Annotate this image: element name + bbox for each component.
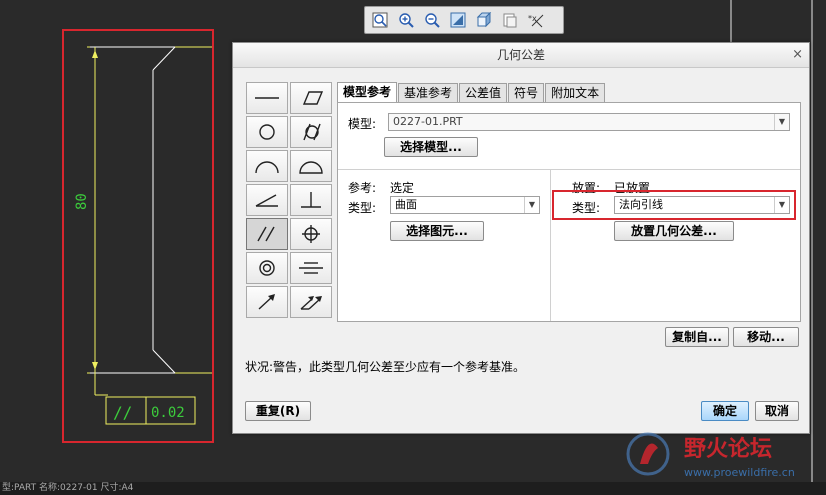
place-gtol-button[interactable]: 放置几何公差... xyxy=(614,221,734,241)
tab-datum-reference[interactable]: 基准参考 xyxy=(398,83,459,102)
gtol-dialog: 几何公差 × 模型参考 基准参考 公差值 符号 附加文本 模型: 0227-01… xyxy=(232,42,810,434)
zoom-window-icon[interactable] xyxy=(369,9,391,31)
ok-button[interactable]: 确定 xyxy=(701,401,749,421)
refit-icon[interactable] xyxy=(447,9,469,31)
watermark-url: www.proewildfire.cn xyxy=(684,466,795,479)
reference-type-value: 曲面 xyxy=(395,198,417,211)
divider xyxy=(338,169,800,170)
reference-type-label: 类型: xyxy=(348,201,377,215)
watermark-title: 野火论坛 xyxy=(684,436,772,462)
tab-bar: 模型参考 基准参考 公差值 符号 附加文本 xyxy=(337,82,606,102)
line-profile-icon[interactable] xyxy=(246,150,288,182)
highlight-frame-cad xyxy=(62,29,214,443)
view-toolbar: *x xyxy=(364,6,564,34)
reference-label: 参考: xyxy=(348,181,377,195)
status-bar: 型:PART 名称:0227-01 尺寸:A4 xyxy=(0,482,826,495)
repaint-icon[interactable] xyxy=(499,9,521,31)
concentricity-icon[interactable] xyxy=(246,252,288,284)
reset-button[interactable]: 重复(R) xyxy=(245,401,311,421)
highlight-frame-placement xyxy=(552,190,796,220)
gtol-symbol-palette xyxy=(245,81,333,319)
tab-additional-text[interactable]: 附加文本 xyxy=(545,83,606,102)
forum-watermark: 野火论坛 www.proewildfire.cn xyxy=(612,424,826,486)
dialog-title: 几何公差 xyxy=(233,43,809,68)
model-value: 0227-01.PRT xyxy=(393,115,463,128)
chevron-down-icon: ▼ xyxy=(524,197,539,213)
perpendicularity-icon[interactable] xyxy=(290,184,332,216)
tab-symbols[interactable]: 符号 xyxy=(508,83,545,102)
parallelism-icon[interactable] xyxy=(246,218,288,250)
select-entity-button[interactable]: 选择图元... xyxy=(390,221,484,241)
move-button[interactable]: 移动... xyxy=(733,327,799,347)
straightness-icon[interactable] xyxy=(246,82,288,114)
tab-tolerance-value[interactable]: 公差值 xyxy=(459,83,508,102)
cylindricity-icon[interactable] xyxy=(290,116,332,148)
datum-display-icon[interactable]: *x xyxy=(525,9,547,31)
cancel-button[interactable]: 取消 xyxy=(755,401,799,421)
chevron-down-icon: ▼ xyxy=(774,114,789,130)
model-dropdown[interactable]: 0227-01.PRT ▼ xyxy=(388,113,790,131)
zoom-in-icon[interactable] xyxy=(395,9,417,31)
symmetry-icon[interactable] xyxy=(290,252,332,284)
copy-from-button[interactable]: 复制自... xyxy=(665,327,729,347)
position-icon[interactable] xyxy=(290,218,332,250)
reference-value: 选定 xyxy=(390,181,415,195)
flatness-icon[interactable] xyxy=(290,82,332,114)
select-model-button[interactable]: 选择模型... xyxy=(384,137,478,157)
close-icon[interactable]: × xyxy=(792,47,803,62)
zoom-out-icon[interactable] xyxy=(421,9,443,31)
status-message: 状况:警告，此类型几何公差至少应有一个参考基准。 xyxy=(245,360,526,374)
angularity-icon[interactable] xyxy=(246,184,288,216)
shade-icon[interactable] xyxy=(473,9,495,31)
model-label: 模型: xyxy=(348,117,377,131)
divider xyxy=(550,170,551,321)
circularity-icon[interactable] xyxy=(246,116,288,148)
circular-runout-icon[interactable] xyxy=(246,286,288,318)
total-runout-icon[interactable] xyxy=(290,286,332,318)
surface-profile-icon[interactable] xyxy=(290,150,332,182)
reference-type-dropdown[interactable]: 曲面 ▼ xyxy=(390,196,540,214)
tab-model-reference[interactable]: 模型参考 xyxy=(337,82,398,102)
